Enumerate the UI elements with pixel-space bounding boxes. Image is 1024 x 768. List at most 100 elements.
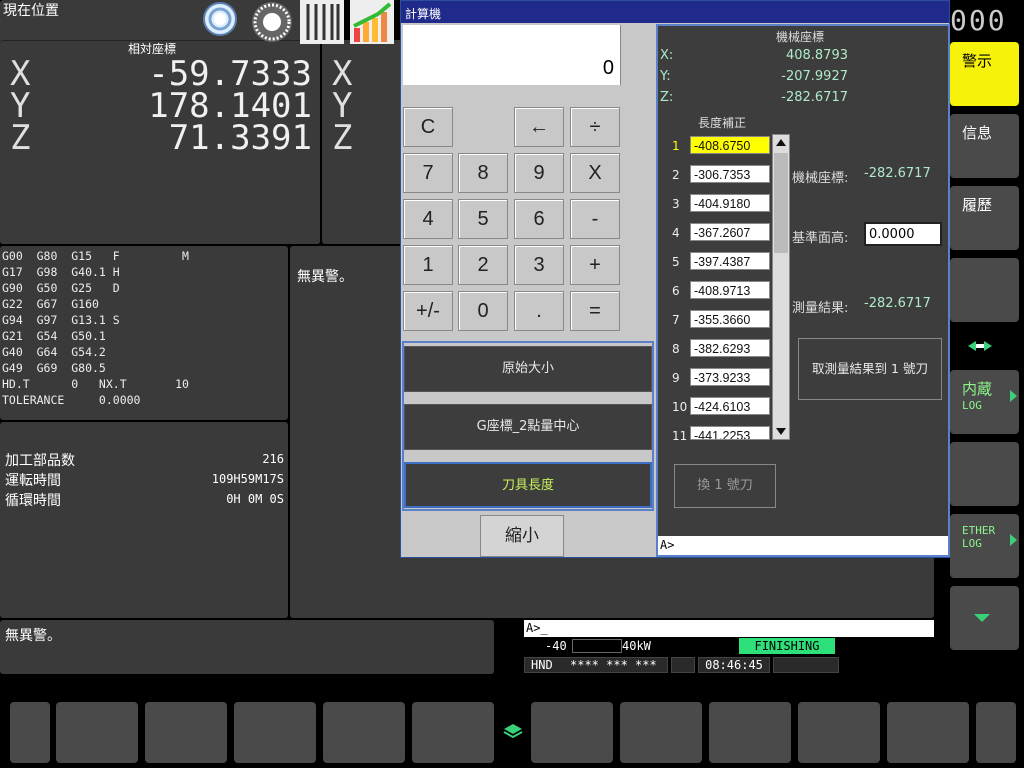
clear-button[interactable]: C	[403, 107, 453, 147]
divide-button[interactable]: ÷	[570, 107, 620, 147]
softkey-3[interactable]	[234, 702, 316, 763]
g-coord-center-button[interactable]: G座標_2點量中心	[404, 404, 652, 450]
tool-number: 2	[672, 168, 680, 182]
tool-number: 4	[672, 226, 680, 240]
softkey-9[interactable]	[798, 702, 880, 763]
softkey-8[interactable]	[709, 702, 791, 763]
tools-icon[interactable]	[300, 0, 344, 44]
alarm-button[interactable]: 警示	[950, 42, 1019, 106]
calculator-window: 計算機 0 C ← ÷ 7 8 9 X 4 5 6 - 1 2 3 + +/- …	[400, 0, 950, 558]
key-1[interactable]: 1	[403, 245, 453, 285]
page-switch-icon[interactable]	[966, 338, 994, 352]
softkey-right-end[interactable]	[976, 702, 1016, 763]
key-7[interactable]: 7	[403, 153, 453, 193]
tool-length-field[interactable]: -373.9233	[690, 368, 770, 386]
growth-chart-icon[interactable]	[350, 0, 394, 44]
minus-button[interactable]: -	[570, 199, 620, 239]
tool-length-field[interactable]: -382.6293	[690, 339, 770, 357]
softkey-6[interactable]	[531, 702, 613, 763]
alarm-button-label: 警示	[962, 52, 993, 70]
machine-y-label: Y:	[660, 69, 671, 84]
scroll-down-button[interactable]	[950, 586, 1019, 650]
blank-side-button-2[interactable]	[950, 442, 1019, 506]
gcode-line: G17 G98 G40.1 H	[2, 265, 120, 279]
gcode-line: G49 G69 G80.5	[2, 361, 106, 375]
run-time-label: 運転時間	[5, 473, 61, 489]
tool-length-field[interactable]: -404.9180	[690, 194, 770, 212]
key-4[interactable]: 4	[403, 199, 453, 239]
tool-number: 9	[672, 371, 680, 385]
gcode-line: G00 G80 G15 F M	[2, 249, 189, 263]
scroll-up-icon[interactable]	[773, 135, 789, 151]
tool-length-title: 長度補正	[698, 116, 747, 130]
tool-length-field[interactable]: -397.4387	[690, 252, 770, 270]
machine-y-value: -207.9927	[781, 69, 848, 84]
gcode-line: G40 G64 G54.2	[2, 345, 106, 359]
softkey-4[interactable]	[323, 702, 405, 763]
decimal-button[interactable]: .	[514, 291, 564, 331]
ref-height-input[interactable]: 0.0000	[864, 222, 942, 246]
ref-height-label: 基準面高:	[792, 231, 849, 246]
tool-length-button[interactable]: 刀具長度	[404, 462, 652, 508]
gcode-line: G94 G97 G13.1 S	[2, 313, 120, 327]
tool-length-field[interactable]: -408.9713	[690, 281, 770, 299]
softkey-5[interactable]	[412, 702, 494, 763]
mech-coord-label: 機械座標:	[792, 171, 849, 186]
measure-result-label: 測量結果:	[792, 301, 849, 316]
scroll-thumb[interactable]	[774, 153, 788, 253]
builtin-log-arrow-icon	[1010, 390, 1017, 402]
tool-list-scrollbar[interactable]	[772, 134, 790, 440]
ring-icon[interactable]	[200, 0, 240, 38]
history-button[interactable]: 履歷	[950, 186, 1019, 250]
cycle-time-label: 循環時間	[5, 493, 61, 509]
softkey-left-end[interactable]	[10, 702, 50, 763]
tool-length-field[interactable]: -355.3660	[690, 310, 770, 328]
info-button[interactable]: 信息	[950, 114, 1019, 178]
softkey-2[interactable]	[145, 702, 227, 763]
backspace-button[interactable]: ←	[514, 107, 564, 147]
builtin-log-button[interactable]: 内蔵 LOG	[950, 370, 1019, 434]
tool-length-field[interactable]: -441.2253	[690, 426, 770, 440]
gcode-line: TOLERANCE 0.0000	[2, 393, 141, 407]
tool-number: 10	[672, 400, 688, 414]
command-prompt-input[interactable]: A>_	[524, 620, 934, 637]
run-time-value: 109H59M17S	[211, 472, 284, 486]
tool-length-field[interactable]: -408.6750	[690, 136, 770, 154]
right-axis-z: Z	[332, 118, 353, 158]
equals-button[interactable]: =	[570, 291, 620, 331]
tool-length-field[interactable]: -424.6103	[690, 397, 770, 415]
tool-number: 5	[672, 255, 680, 269]
calculator-title: 計算機	[405, 7, 442, 21]
load-meter-bar	[572, 639, 622, 653]
scroll-down-icon[interactable]	[773, 423, 789, 439]
ether-log-button[interactable]: ETHER LOG	[950, 514, 1019, 578]
key-5[interactable]: 5	[458, 199, 508, 239]
measure-result-value: -282.6717	[864, 296, 931, 311]
swap-tool-button[interactable]: 換 1 號刀	[674, 464, 776, 508]
layers-icon[interactable]	[502, 722, 524, 740]
tool-length-field[interactable]: -367.2607	[690, 223, 770, 241]
softkey-10[interactable]	[887, 702, 969, 763]
tool-length-field[interactable]: -306.7353	[690, 165, 770, 183]
spindle-icon[interactable]	[250, 0, 294, 44]
status-stars: **** *** ***	[570, 658, 657, 672]
multiply-button[interactable]: X	[570, 153, 620, 193]
chevron-down-icon	[974, 614, 990, 622]
key-8[interactable]: 8	[458, 153, 508, 193]
key-6[interactable]: 6	[514, 199, 564, 239]
calculator-title-bar[interactable]: 計算機	[401, 1, 949, 23]
blank-side-button[interactable]	[950, 258, 1019, 322]
mech-coord-value: -282.6717	[864, 166, 931, 181]
original-size-button[interactable]: 原始大小	[404, 346, 652, 392]
plus-button[interactable]: +	[570, 245, 620, 285]
take-result-button[interactable]: 取測量結果到 1 號刀	[798, 338, 942, 400]
key-0[interactable]: 0	[458, 291, 508, 331]
key-9[interactable]: 9	[514, 153, 564, 193]
softkey-7[interactable]	[620, 702, 702, 763]
calc-prompt-input[interactable]: A>	[658, 536, 948, 555]
key-2[interactable]: 2	[458, 245, 508, 285]
softkey-1[interactable]	[56, 702, 138, 763]
sign-toggle-button[interactable]: +/-	[403, 291, 453, 331]
shrink-button[interactable]: 縮小	[480, 515, 564, 557]
key-3[interactable]: 3	[514, 245, 564, 285]
